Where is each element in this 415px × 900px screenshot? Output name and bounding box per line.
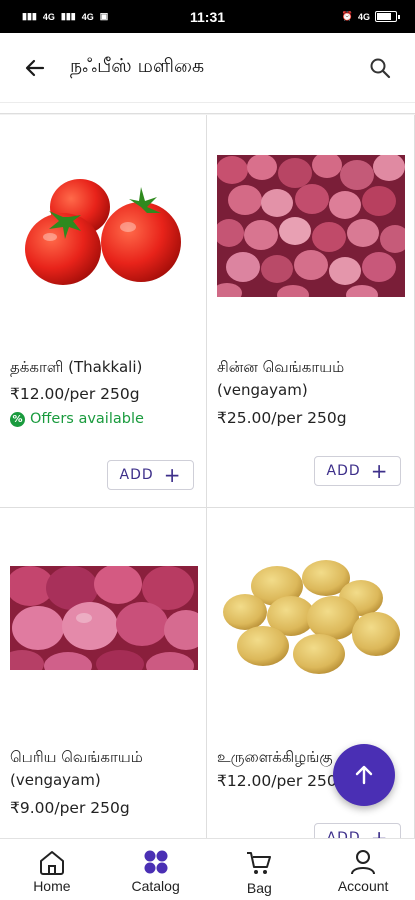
product-price: ₹12.00/per 250g bbox=[217, 772, 337, 790]
grid-icon bbox=[144, 850, 168, 874]
plus-icon: + bbox=[163, 463, 182, 487]
bottom-nav: Home Catalog Bag Account bbox=[0, 838, 415, 900]
add-label: ADD bbox=[119, 467, 154, 483]
product-image-potato bbox=[223, 560, 400, 674]
product-card[interactable]: சின்ன வெங்காயம் (vengayam) ₹25.00/per 25… bbox=[207, 115, 415, 508]
scroll-to-top-button[interactable] bbox=[333, 744, 395, 806]
alarm-icon: ⏰ bbox=[341, 11, 353, 21]
network-type-2: 4G bbox=[81, 11, 94, 22]
status-right-indicators: ⏰ 4G bbox=[341, 11, 400, 22]
product-image-tomato bbox=[25, 179, 181, 285]
add-button[interactable]: ADD + bbox=[107, 460, 194, 490]
product-name: உருளைக்கிழங்கு bbox=[217, 748, 333, 766]
app-header: நஃபீஸ் மளிகை bbox=[0, 33, 415, 103]
home-icon bbox=[39, 851, 64, 875]
cart-icon bbox=[247, 852, 272, 874]
add-button[interactable]: ADD + bbox=[314, 456, 401, 486]
arrow-up-icon bbox=[355, 765, 373, 785]
search-icon bbox=[370, 58, 391, 78]
signal-icon: ▮▮▮ bbox=[60, 11, 76, 21]
product-grid: தக்காளி (Thakkali) ₹12.00/per 250g % Off… bbox=[0, 104, 415, 839]
product-price: ₹25.00/per 250g bbox=[217, 409, 347, 427]
image-notification-icon: ▣ bbox=[99, 11, 109, 21]
nav-bag[interactable]: Bag bbox=[208, 839, 312, 900]
product-card[interactable]: தக்காளி (Thakkali) ₹12.00/per 250g % Off… bbox=[0, 115, 207, 508]
back-button[interactable] bbox=[0, 33, 70, 103]
grid-top-divider bbox=[0, 104, 415, 114]
status-bar: ▮▮▮ 4G ▮▮▮ 4G ▣ 11:31 ⏰ 4G bbox=[0, 0, 415, 33]
network-type-1: 4G bbox=[42, 11, 55, 22]
search-button[interactable] bbox=[345, 33, 415, 103]
offer-percent-icon: % bbox=[10, 411, 25, 427]
offer-text: Offers available bbox=[30, 411, 144, 427]
nav-account[interactable]: Account bbox=[311, 839, 415, 900]
nav-catalog-label: Catalog bbox=[131, 878, 180, 894]
product-image-shallot bbox=[217, 155, 405, 297]
product-price: ₹9.00/per 250g bbox=[10, 799, 130, 817]
page-title: நஃபீஸ் மளிகை bbox=[70, 55, 205, 77]
product-price: ₹12.00/per 250g bbox=[10, 385, 140, 403]
add-label: ADD bbox=[326, 463, 361, 479]
product-name: பெரிய வெங்காயம் (vengayam) bbox=[10, 748, 143, 789]
battery-fill bbox=[377, 13, 392, 20]
plus-icon: + bbox=[370, 459, 389, 483]
status-time: 11:31 bbox=[189, 8, 226, 25]
nav-home-label: Home bbox=[33, 878, 71, 894]
offer-badge[interactable]: % Offers available bbox=[10, 411, 144, 427]
nav-home[interactable]: Home bbox=[0, 839, 104, 900]
battery-icon bbox=[375, 11, 400, 22]
network-type-right: 4G bbox=[357, 11, 370, 22]
product-name: தக்காளி (Thakkali) bbox=[10, 358, 143, 376]
product-image-onion bbox=[10, 566, 198, 670]
nav-account-label: Account bbox=[337, 878, 389, 894]
product-card[interactable]: பெரிய வெங்காயம் (vengayam) ₹9.00/per 250… bbox=[0, 508, 207, 839]
product-name: சின்ன வெங்காயம் (vengayam) bbox=[217, 358, 345, 399]
signal-icon: ▮▮▮ bbox=[22, 11, 37, 21]
nav-catalog[interactable]: Catalog bbox=[104, 839, 208, 900]
status-left-indicators: ▮▮▮ 4G ▮▮▮ 4G ▣ bbox=[22, 11, 108, 22]
nav-bag-label: Bag bbox=[246, 880, 272, 896]
add-button[interactable]: ADD + bbox=[314, 823, 401, 839]
user-icon bbox=[351, 850, 376, 875]
arrow-left-icon bbox=[25, 59, 45, 76]
